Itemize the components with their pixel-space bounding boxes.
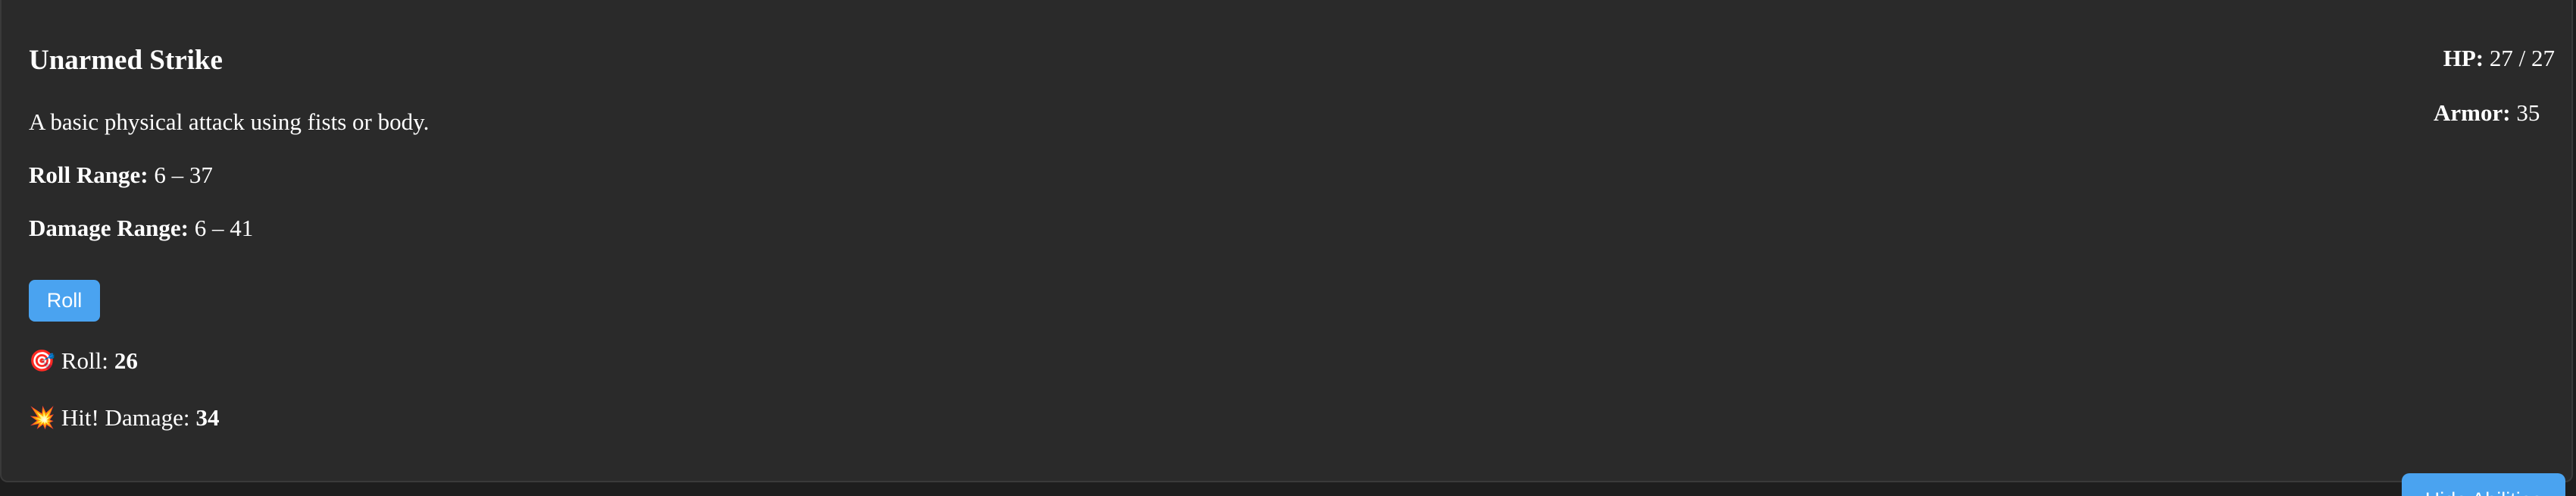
roll-range-value: 6 – 37 (148, 162, 213, 188)
armor-label: Armor: (2434, 99, 2511, 126)
damage-range-value: 6 – 41 (188, 215, 254, 241)
roll-result: 🎯 Roll: 26 (29, 347, 138, 375)
hp-value: 27 / 27 (2484, 45, 2555, 71)
hit-result: 💥 Hit! Damage: 34 (29, 403, 219, 432)
hp-stat: HP: 27 / 27 (2443, 44, 2555, 72)
hp-label: HP: (2443, 45, 2484, 71)
armor-stat: Armor: 35 (2434, 99, 2540, 127)
roll-range-label: Roll Range: (29, 162, 148, 188)
roll-result-label: Roll: (61, 347, 108, 374)
target-icon: 🎯 (29, 347, 55, 373)
hit-result-value: 34 (195, 404, 220, 431)
explosion-icon: 💥 (29, 404, 55, 430)
armor-value: 35 (2510, 99, 2540, 126)
hide-abilities-button[interactable]: Hide Abilities (2402, 473, 2565, 496)
ability-description: A basic physical attack using fists or b… (29, 108, 430, 135)
roll-range: Roll Range: 6 – 37 (29, 161, 213, 189)
damage-range-label: Damage Range: (29, 215, 189, 241)
character-stats: HP: 27 / 27 Armor: 35 (2434, 44, 2555, 127)
roll-button[interactable]: Roll (29, 280, 100, 322)
roll-result-value: 26 (114, 347, 138, 374)
ability-card: Unarmed Strike A basic physical attack u… (0, 0, 2573, 482)
damage-range: Damage Range: 6 – 41 (29, 214, 253, 242)
hit-result-label: Hit! Damage: (61, 404, 190, 431)
ability-title: Unarmed Strike (29, 45, 223, 76)
